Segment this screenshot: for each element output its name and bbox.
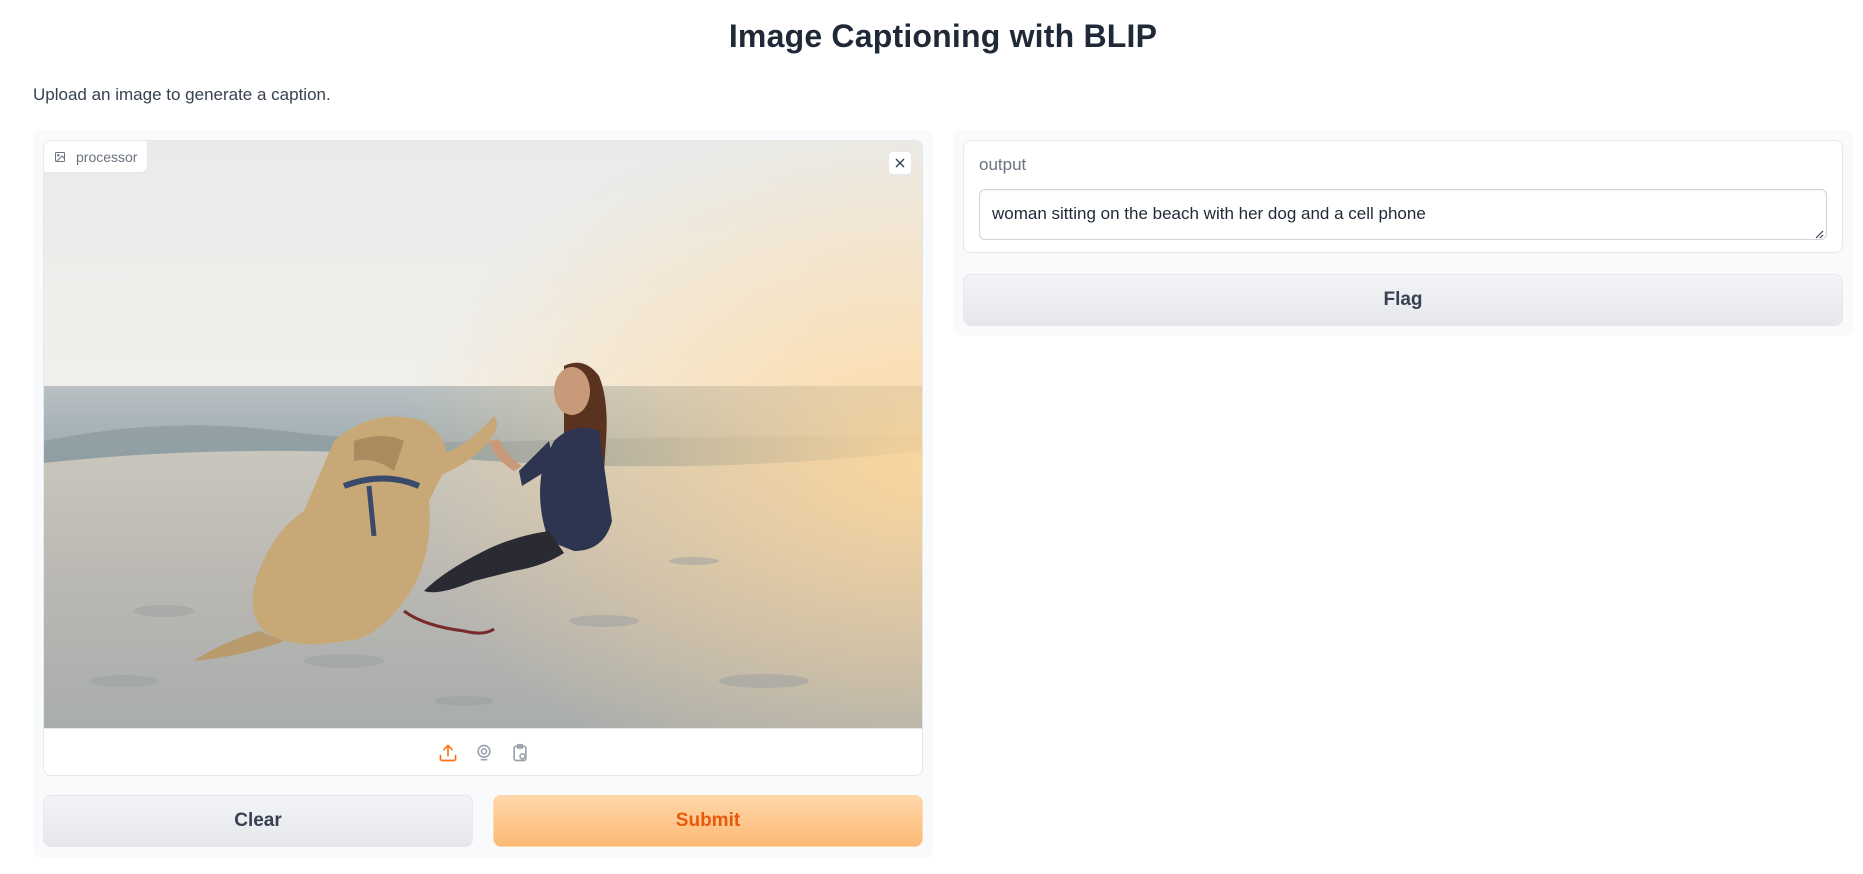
clear-image-button[interactable]	[888, 151, 912, 175]
submit-button[interactable]: Submit	[493, 795, 923, 847]
image-label: processor	[44, 141, 149, 173]
image-label-text: processor	[76, 148, 138, 165]
output-panel: output woman sitting on the beach with h…	[953, 130, 1853, 336]
upload-button[interactable]	[436, 741, 460, 765]
resize-handle-icon[interactable]	[1814, 229, 1824, 239]
clipboard-button[interactable]	[508, 741, 532, 765]
image-input[interactable]: processor	[43, 140, 923, 776]
flag-button[interactable]: Flag	[963, 274, 1843, 326]
page-description: Upload an image to generate a caption.	[33, 85, 331, 104]
close-icon	[895, 158, 905, 168]
webcam-button[interactable]	[472, 741, 496, 765]
webcam-icon	[477, 744, 491, 761]
uploaded-photo	[44, 141, 922, 728]
output-label: output	[979, 155, 1027, 174]
image-icon	[54, 151, 66, 163]
clear-button[interactable]: Clear	[43, 795, 473, 847]
upload-icon	[439, 744, 457, 762]
page-title: Image Captioning with BLIP	[728, 18, 1158, 54]
output-block: output woman sitting on the beach with h…	[963, 140, 1843, 253]
output-textbox[interactable]: woman sitting on the beach with her dog …	[979, 189, 1827, 240]
clipboard-icon	[513, 743, 527, 762]
input-panel: processor Clear Submit	[33, 130, 933, 858]
image-source-bar	[44, 728, 922, 775]
